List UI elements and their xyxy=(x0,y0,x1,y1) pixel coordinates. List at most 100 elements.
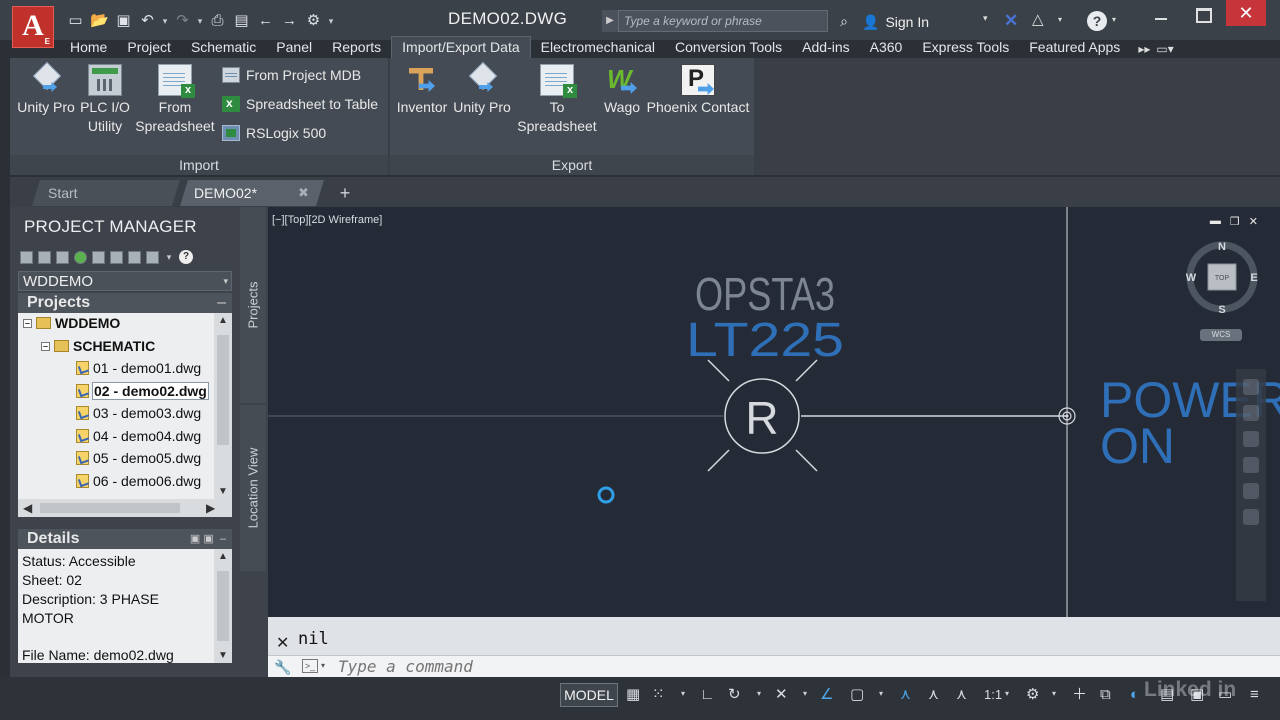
collapse-node-icon[interactable]: – xyxy=(41,341,50,351)
scale-dropdown-icon[interactable]: ▾ xyxy=(1005,689,1009,698)
undo-dropdown-icon[interactable]: ▾ xyxy=(160,10,170,32)
tree-item-drawing[interactable]: 06 - demo06.dwg xyxy=(76,471,201,491)
close-tab-icon[interactable]: ✖ xyxy=(298,180,309,206)
previous-drawing-icon[interactable]: ← xyxy=(254,10,277,32)
ribbon-display-toggle-icon[interactable]: ▭▾ xyxy=(1154,42,1177,58)
showmotion-icon[interactable] xyxy=(1243,457,1259,473)
to-spreadsheet-button[interactable]: To Spreadsheet xyxy=(516,64,598,136)
collapse-node-icon[interactable]: – xyxy=(23,318,32,328)
scroll-thumb[interactable] xyxy=(217,571,229,641)
tree-item-drawing-selected[interactable]: 02 - demo02.dwg xyxy=(76,381,209,401)
tab-add-ins[interactable]: Add-ins xyxy=(792,38,859,58)
save-icon[interactable]: ▣ xyxy=(112,10,135,32)
next-drawing-icon[interactable]: → xyxy=(278,10,301,32)
redo-dropdown-icon[interactable]: ▾ xyxy=(195,10,205,32)
rslogix-500-button[interactable]: RSLogix 500 xyxy=(222,125,326,141)
redo-icon[interactable]: ↷ xyxy=(171,10,194,32)
tab-demo02[interactable]: DEMO02* ✖ xyxy=(180,180,324,206)
new-drawing-icon[interactable] xyxy=(56,250,69,264)
a360-dropdown-icon[interactable]: ▾ xyxy=(1058,15,1062,24)
maximize-button[interactable] xyxy=(1188,5,1218,27)
annotation-visibility-icon[interactable]: ⋏ xyxy=(900,685,911,705)
from-spreadsheet-button[interactable]: From Spreadsheet xyxy=(134,64,216,136)
units-icon[interactable]: ⧉ xyxy=(1100,685,1111,705)
scroll-thumb[interactable] xyxy=(40,503,180,513)
export-phoenix-contact-button[interactable]: Phoenix Contact xyxy=(646,64,750,117)
project-manager-help-icon[interactable]: ? xyxy=(179,250,193,264)
viewport-minimize-icon[interactable]: ▬ xyxy=(1210,215,1221,228)
tab-a360[interactable]: A360 xyxy=(860,38,913,58)
details-section-header[interactable]: Details ▣ ▣ – xyxy=(18,529,232,549)
viewport-restore-icon[interactable]: ❐ xyxy=(1230,215,1240,228)
orbit-icon[interactable] xyxy=(1243,431,1259,447)
export-wago-button[interactable]: Wago xyxy=(600,64,644,117)
auto-scale-icon[interactable]: ⋏ xyxy=(928,685,939,705)
drawing-canvas[interactable]: R OPSTA3 LT225 POWER ON TOP N S W E WCS … xyxy=(268,207,1280,617)
publish-plot-icon[interactable] xyxy=(146,250,159,264)
refresh-icon[interactable] xyxy=(74,250,87,264)
scroll-up-icon[interactable]: ▲ xyxy=(218,315,228,326)
projects-section-header[interactable]: Projects – xyxy=(18,293,232,313)
project-select[interactable]: WDDEMO ▾ xyxy=(18,271,232,291)
publish-dropdown-icon[interactable]: ▾ xyxy=(164,246,174,268)
spreadsheet-to-table-button[interactable]: Spreadsheet to Table xyxy=(222,96,378,112)
plc-io-utility-button[interactable]: PLC I/O Utility xyxy=(76,64,134,136)
help-dropdown-icon[interactable]: ▾ xyxy=(1112,15,1116,24)
open-project-icon[interactable] xyxy=(20,250,33,264)
tab-reports[interactable]: Reports xyxy=(322,38,391,58)
autodesk-exchange-icon[interactable]: ✕ xyxy=(1004,11,1018,31)
polar-dropdown-icon[interactable]: ▾ xyxy=(757,689,761,698)
side-tab-projects[interactable]: Projects xyxy=(240,207,266,403)
recent-commands-icon[interactable]: >_ xyxy=(302,659,318,673)
annotation-monitor-icon[interactable]: ＋ xyxy=(1072,685,1087,705)
export-unity-pro-button[interactable]: Unity Pro xyxy=(452,64,512,117)
binoculars-icon[interactable]: ⌕ xyxy=(834,11,854,31)
object-snap-icon[interactable]: ▢ xyxy=(850,685,864,705)
wcs-menu-button[interactable]: WCS xyxy=(1200,329,1242,341)
tab-import-export-data[interactable]: Import/Export Data xyxy=(391,36,531,58)
tree-item-drawing[interactable]: 04 - demo04.dwg xyxy=(76,426,201,446)
ribbon-more-tabs-icon[interactable]: ▸▸ xyxy=(1132,42,1154,58)
pan-icon[interactable] xyxy=(1243,379,1259,395)
new-tab-button[interactable]: + xyxy=(332,180,358,206)
tree-item-drawing[interactable]: 03 - demo03.dwg xyxy=(76,403,201,423)
quick-properties-icon[interactable]: ◐ xyxy=(1130,685,1139,705)
tag-id-text[interactable]: LT225 xyxy=(686,314,844,367)
search-input[interactable]: Type a keyword or phrase xyxy=(618,10,828,32)
snap-dropdown-icon[interactable]: ▾ xyxy=(681,689,685,698)
command-line-close-icon[interactable]: ✕ xyxy=(276,633,289,653)
object-snap-tracking-icon[interactable]: ∠ xyxy=(820,685,833,705)
scroll-thumb[interactable] xyxy=(217,335,229,445)
isometric-icon[interactable]: ✕ xyxy=(775,685,788,705)
close-window-button[interactable]: ✕ xyxy=(1226,0,1266,26)
steering-wheel-icon[interactable] xyxy=(1243,483,1259,499)
tree-horizontal-scrollbar[interactable]: ◀ ▶ xyxy=(18,499,232,517)
open-folder-icon[interactable]: 📂 xyxy=(88,10,111,32)
isometric-dropdown-icon[interactable]: ▾ xyxy=(803,689,807,698)
tab-home[interactable]: Home xyxy=(60,38,117,58)
tree-item-drawing[interactable]: 05 - demo05.dwg xyxy=(76,448,201,468)
a360-icon[interactable]: △ xyxy=(1032,10,1044,28)
tree-item-drawing[interactable]: 01 - demo01.dwg xyxy=(76,358,201,378)
command-input[interactable] xyxy=(338,656,1238,676)
sign-in-button[interactable]: 👤 Sign In xyxy=(862,11,929,33)
grid-icon[interactable]: ▦ xyxy=(626,685,640,705)
tab-start[interactable]: Start xyxy=(32,180,180,206)
import-panel-title[interactable]: Import xyxy=(10,155,388,175)
title-block-update-icon[interactable] xyxy=(128,250,141,264)
tree-vertical-scrollbar[interactable]: ▲ ▼ xyxy=(214,313,232,499)
workspace-gear-icon[interactable]: ⚙ xyxy=(1026,685,1039,705)
details-toggle-icons[interactable]: ▣ ▣ – xyxy=(190,529,226,549)
drawing-list-report-icon[interactable] xyxy=(110,250,123,264)
model-space-button[interactable]: MODEL xyxy=(560,683,618,707)
recent-commands-dropdown-icon[interactable]: ▾ xyxy=(321,661,325,670)
tab-project[interactable]: Project xyxy=(117,38,181,58)
workspace-dropdown-icon[interactable]: ▾ xyxy=(1052,689,1056,698)
snap-icon[interactable]: ⁙ xyxy=(652,685,665,705)
tab-express-tools[interactable]: Express Tools xyxy=(912,38,1019,58)
tab-schematic[interactable]: Schematic xyxy=(181,38,266,58)
help-icon[interactable]: ? xyxy=(1087,11,1107,31)
from-project-mdb-button[interactable]: From Project MDB xyxy=(222,67,361,83)
new-file-icon[interactable]: ▭ xyxy=(64,10,87,32)
tag-description-text[interactable]: OPSTA3 xyxy=(695,268,835,320)
